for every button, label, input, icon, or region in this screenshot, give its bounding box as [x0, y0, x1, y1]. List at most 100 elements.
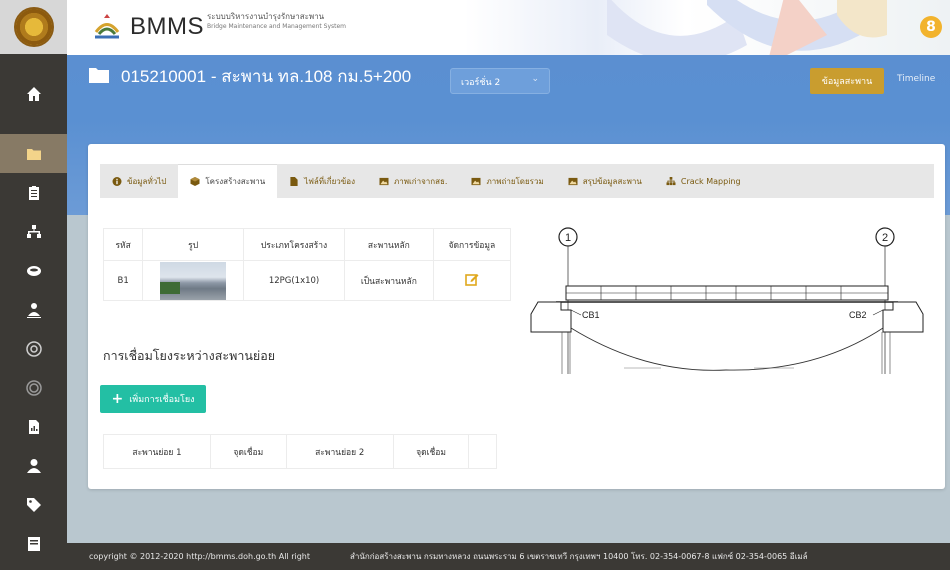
tag-icon — [26, 497, 41, 512]
cell-photo — [142, 260, 244, 301]
brand-subtitle: ระบบบริหารงานบำรุงรักษาสะพาน Bridge Main… — [207, 12, 346, 32]
users-icon — [26, 302, 41, 318]
tab-general-info[interactable]: ข้อมูลทั่วไป — [100, 164, 178, 198]
table-header-row: สะพานย่อย 1 จุดเชื่อม สะพานย่อย 2 จุดเชื… — [103, 434, 497, 469]
footer-copyright: copyright © 2012-2020 http://bmms.doh.go… — [89, 552, 310, 561]
report-icon — [28, 419, 39, 434]
sidebar-item-tag[interactable] — [0, 485, 67, 524]
column-header: ประเภทโครงสร้าง — [242, 228, 346, 261]
chevron-down-icon: ⌄ — [531, 74, 539, 84]
sidebar-item-link[interactable] — [0, 329, 67, 368]
file-icon — [290, 176, 298, 186]
tab-bridge-summary[interactable]: สรุปข้อมูลสะพาน — [556, 164, 654, 198]
database-icon — [26, 265, 41, 276]
image-icon — [379, 177, 389, 185]
clipboard-icon — [28, 185, 39, 200]
cell-actions — [432, 260, 512, 301]
tab-label: ไฟล์ที่เกี่ยวข้อง — [304, 176, 355, 186]
tab-label: โครงสร้างสะพาน — [205, 177, 266, 186]
home-icon — [26, 87, 41, 101]
plus-icon: + — [111, 391, 124, 407]
bearing-label-cb2: CB2 — [849, 310, 867, 320]
abutment-right — [882, 301, 924, 333]
column-header: จัดการข้อมูล — [432, 228, 512, 261]
column-header: สะพานย่อย 1 — [103, 434, 211, 469]
tab-label: ภาพเก่าจากสธ. — [393, 176, 448, 186]
add-connection-button[interactable]: + เพิ่มการเชื่อมโยง — [100, 385, 206, 413]
user-icon — [26, 458, 41, 473]
column-header: สะพานย่อย 2 — [285, 434, 394, 469]
main-card: ข้อมูลทั่วไป โครงสร้างสะพาน ไฟล์ที่เกี่ย… — [88, 144, 945, 489]
bearing-label-cb1: CB1 — [582, 310, 600, 320]
circle-icon — [25, 379, 42, 396]
version-select-value: เวอร์ชั่น 2 — [461, 78, 501, 88]
column-header: รหัส — [102, 228, 144, 261]
timeline-button[interactable]: Timeline — [897, 74, 935, 84]
add-connection-label: เพิ่มการเชื่อมโยง — [129, 395, 195, 405]
column-header: สะพานหลัก — [344, 228, 434, 261]
department-seal-logo[interactable] — [0, 0, 67, 54]
folder-icon — [26, 148, 41, 160]
tab-crack-mapping[interactable]: Crack Mapping — [654, 164, 753, 198]
hierarchy-icon — [26, 224, 41, 238]
sitemap-icon — [666, 176, 676, 185]
footer: copyright © 2012-2020 http://bmms.doh.go… — [67, 543, 950, 570]
bridge-elevation-diagram: 1 2 CB1 CB2 — [530, 227, 924, 374]
image-icon — [568, 177, 578, 185]
column-header: จุดเชื่อม — [392, 434, 470, 469]
bridge-photo-thumbnail[interactable] — [160, 261, 227, 300]
brand-subtitle-en: Bridge Maintenance and Management System — [207, 23, 347, 30]
tab-label: ข้อมูลทั่วไป — [127, 176, 167, 186]
bridge-logo-icon — [94, 14, 120, 39]
book-icon — [27, 536, 40, 551]
seal-icon — [13, 7, 54, 47]
brand-title: BMMS — [130, 13, 204, 40]
header-decoration — [607, 0, 887, 55]
sidebar-item-database[interactable] — [0, 251, 67, 290]
sidebar-item-report[interactable] — [0, 407, 67, 446]
column-header: รูป — [142, 228, 244, 261]
sidebar-item-book[interactable] — [0, 524, 67, 563]
pier-marker-2-label: 2 — [882, 232, 888, 244]
sidebar-item-users[interactable] — [0, 290, 67, 329]
cell-code: B1 — [102, 260, 144, 301]
info-icon — [112, 176, 122, 186]
link-icon — [25, 340, 42, 357]
connection-section-title: การเชื่อมโยงระหว่างสะพานย่อย — [103, 349, 276, 363]
page-title: 015210001 - สะพาน ทล.108 กม.5+200 — [121, 67, 412, 86]
column-header: จุดเชื่อม — [209, 434, 287, 469]
sidebar — [0, 0, 67, 570]
pier-marker-1-label: 1 — [565, 232, 571, 244]
table-header-row: รหัส รูป ประเภทโครงสร้าง สะพานหลัก จัดกา… — [102, 228, 512, 261]
user-avatar-badge[interactable]: 8 — [920, 16, 942, 38]
connection-table: สะพานย่อย 1 จุดเชื่อม สะพานย่อย 2 จุดเชื… — [103, 434, 497, 469]
edit-icon[interactable] — [465, 272, 479, 286]
footer-address: สำนักก่อสร้างสะพาน กรมทางหลวง ถนนพระราม … — [350, 552, 808, 561]
cell-type: 12PG(1x10) — [242, 260, 346, 301]
column-header — [468, 434, 497, 469]
cube-icon — [190, 177, 200, 186]
sidebar-item-circle[interactable] — [0, 368, 67, 407]
sidebar-item-folder[interactable] — [0, 134, 67, 173]
ground-profile — [570, 327, 884, 371]
table-row: B1 12PG(1x10) เป็นสะพานหลัก — [102, 260, 512, 301]
sidebar-item-home[interactable] — [0, 54, 67, 134]
tab-related-files[interactable]: ไฟล์ที่เกี่ยวข้อง — [277, 164, 367, 198]
sidebar-item-hierarchy[interactable] — [0, 212, 67, 251]
tab-label: Crack Mapping — [680, 176, 741, 186]
top-header: BMMS ระบบบริหารงานบำรุงรักษาสะพาน Bridge… — [67, 0, 950, 55]
version-select[interactable]: เวอร์ชั่น 2 ⌄ — [450, 68, 550, 94]
tab-label: ภาพถ่ายโดยรวม — [486, 176, 544, 186]
tab-label: สรุปข้อมูลสะพาน — [582, 176, 642, 186]
cell-main: เป็นสะพานหลัก — [344, 260, 434, 301]
abutment-left — [530, 301, 572, 333]
tab-old-photos[interactable]: ภาพเก่าจากสธ. — [367, 164, 459, 198]
sidebar-item-clipboard[interactable] — [0, 173, 67, 212]
bridge-info-button[interactable]: ข้อมูลสะพาน — [810, 68, 884, 94]
sidebar-item-user[interactable] — [0, 446, 67, 485]
brand-subtitle-th: ระบบบริหารงานบำรุงรักษาสะพาน — [207, 12, 325, 21]
image-icon — [471, 177, 481, 185]
tab-overall-photos[interactable]: ภาพถ่ายโดยรวม — [459, 164, 555, 198]
tab-bar: ข้อมูลทั่วไป โครงสร้างสะพาน ไฟล์ที่เกี่ย… — [100, 164, 934, 198]
tab-bridge-structure[interactable]: โครงสร้างสะพาน — [178, 164, 278, 198]
